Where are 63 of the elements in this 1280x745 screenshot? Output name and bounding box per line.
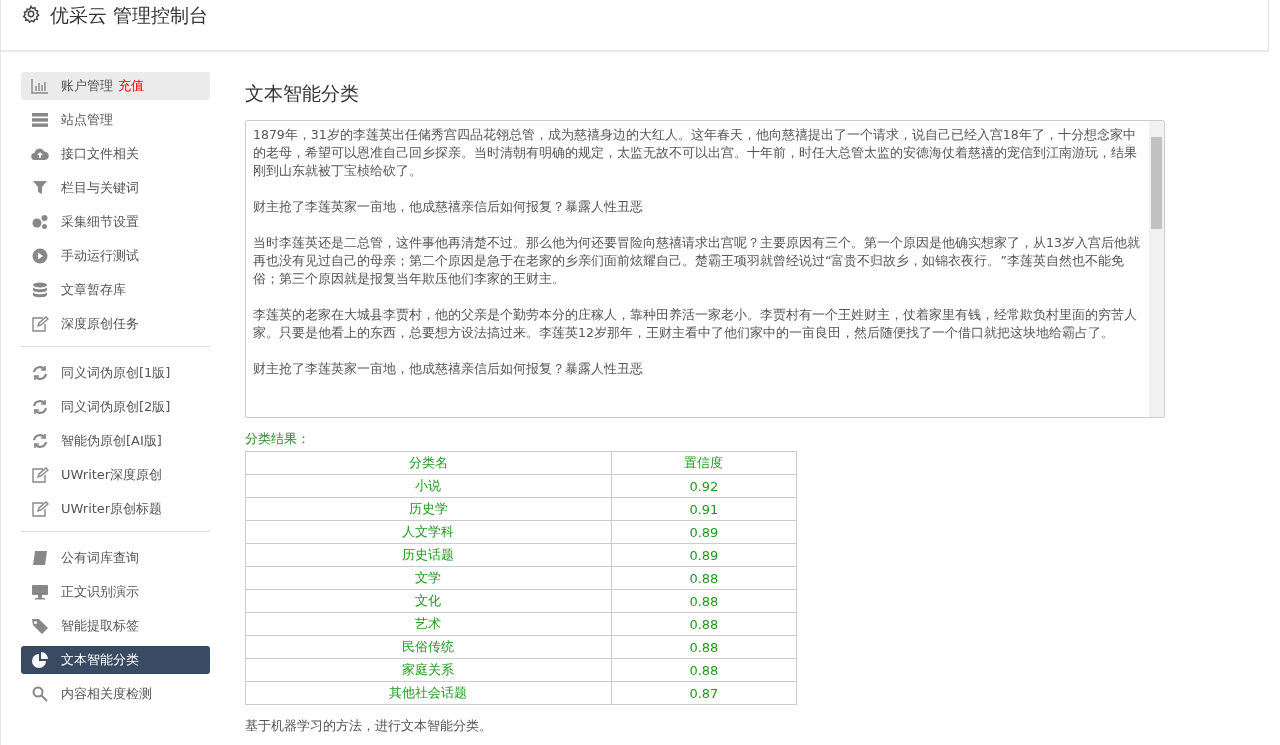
table-cell: 0.92	[611, 474, 797, 498]
database-icon	[31, 282, 49, 298]
refresh-icon	[31, 433, 49, 449]
sidebar-item[interactable]: 公有词库查询	[21, 544, 210, 572]
settings-icon	[22, 5, 40, 23]
table-cell: 家庭关系	[245, 658, 612, 682]
refresh-icon	[31, 365, 49, 381]
chart-icon	[31, 78, 49, 94]
sidebar-item[interactable]: UWriter原创标题	[21, 495, 210, 523]
edit-icon	[31, 501, 49, 517]
table-cell: 0.88	[611, 589, 797, 613]
table-cell: 艺术	[245, 612, 612, 636]
table-cell: 0.91	[611, 497, 797, 521]
table-cell: 0.89	[611, 543, 797, 567]
filter-icon	[31, 180, 49, 196]
sidebar-item[interactable]: 正文识别演示	[21, 578, 210, 606]
sidebar-item[interactable]: 接口文件相关	[21, 140, 210, 168]
sidebar-item[interactable]: 同义词伪原创[2版]	[21, 393, 210, 421]
result-label: 分类结果：	[245, 430, 311, 448]
column-header: 置信度	[611, 451, 797, 475]
page-title: 文本智能分类	[245, 81, 360, 106]
table-cell: 历史学	[245, 497, 612, 521]
table-cell: 0.87	[611, 681, 797, 705]
edit-icon	[31, 316, 49, 332]
column-header: 分类名	[245, 451, 612, 475]
sidebar-item[interactable]: 同义词伪原创[1版]	[21, 359, 210, 387]
sidebar-item[interactable]: 账户管理 充值	[21, 72, 210, 100]
search-icon	[31, 686, 49, 702]
table-cell: 0.88	[611, 635, 797, 659]
sidebar-item[interactable]: 手动运行测试	[21, 242, 210, 270]
pie-icon	[31, 652, 49, 668]
tag-icon	[31, 618, 49, 634]
table-cell: 0.89	[611, 520, 797, 544]
sidebar-item[interactable]: 内容相关度检测	[21, 680, 210, 708]
table-cell: 0.88	[611, 566, 797, 590]
server-icon	[31, 112, 49, 128]
cloud-icon	[31, 146, 49, 162]
sidebar-item[interactable]: 文章暂存库	[21, 276, 210, 304]
table-cell: 0.88	[611, 612, 797, 636]
edit-icon	[31, 467, 49, 483]
table-cell: 文学	[245, 566, 612, 590]
table-cell: 民俗传统	[245, 635, 612, 659]
play-icon	[31, 248, 49, 264]
sidebar-item[interactable]: 智能伪原创[AI版]	[21, 427, 210, 455]
table-cell: 文化	[245, 589, 612, 613]
table-cell: 0.88	[611, 658, 797, 682]
sidebar-item[interactable]: 栏目与关键词	[21, 174, 210, 202]
table-cell: 历史话题	[245, 543, 612, 567]
scrollbar[interactable]	[1149, 121, 1164, 417]
table-cell: 小说	[245, 474, 612, 498]
app-title: 优采云 管理控制台	[50, 3, 209, 27]
description-text: 基于机器学习的方法，进行文本智能分类。	[245, 717, 493, 735]
sidebar-item[interactable]: 采集细节设置	[21, 208, 210, 236]
monitor-icon	[31, 584, 49, 600]
sidebar-item[interactable]: 站点管理	[21, 106, 210, 134]
sidebar-item[interactable]: 文本智能分类	[21, 646, 210, 674]
sidebar-item[interactable]: 智能提取标签	[21, 612, 210, 640]
sidebar-item[interactable]: UWriter深度原创	[21, 461, 210, 489]
table-cell: 人文学科	[245, 520, 612, 544]
sidebar-item[interactable]: 深度原创任务	[21, 310, 210, 338]
refresh-icon	[31, 399, 49, 415]
table-cell: 其他社会话题	[245, 681, 612, 705]
text-input-field[interactable]: 1879年，31岁的李莲英出任储秀宫四品花翎总管，成为慈禧身边的大红人。这年春天，他向慈禧提出了一个请求，说自己已经入宫18年了，十分想念家中的老母，希望可以恩准自己回乡探亲。当时清朝有明确的规定，太监无故不可以出宫。十年前，时任大总管太监的安德海仗着慈禧的宠信到江南游玩，结果刚到山东就被丁宝桢给砍了。 财主抢了李莲英家一亩地，他成慈禧亲信后如何报复？暴露人性丑恶 当时李莲英还是二总管，这件事他再清楚不过。那么他为何还要冒险向慈禧请求出宫呢？主要原因有三个。第一个原因是他确实想家了，从13岁入宫后他就再也没有见过自己的母亲；第二个原因是急于在老家的乡亲们面前炫耀自己。楚霸王项羽就曾经说过“富贵不归故乡，如锦衣夜行。”李莲英自然也不能免俗；第三个原因就是报复当年欺压他们李家的王财主。 李莲英的老家在大城县李贾村，他的父亲是个勤劳本分的庄稼人，靠种田养活一家老小。李贾村有一个王姓财主，仗着家里有钱，经常欺负村里面的穷苦人家。只要是他看上的东西，总要想方设法搞过来。李莲英12岁那年，王财主看中了他们家中的一亩良田，然后随便找了一个借口就把这块地给霸占了。 财主抢了李莲英家一亩地，他成慈禧亲信后如何报复？暴露人性丑恶	[245, 120, 1165, 418]
